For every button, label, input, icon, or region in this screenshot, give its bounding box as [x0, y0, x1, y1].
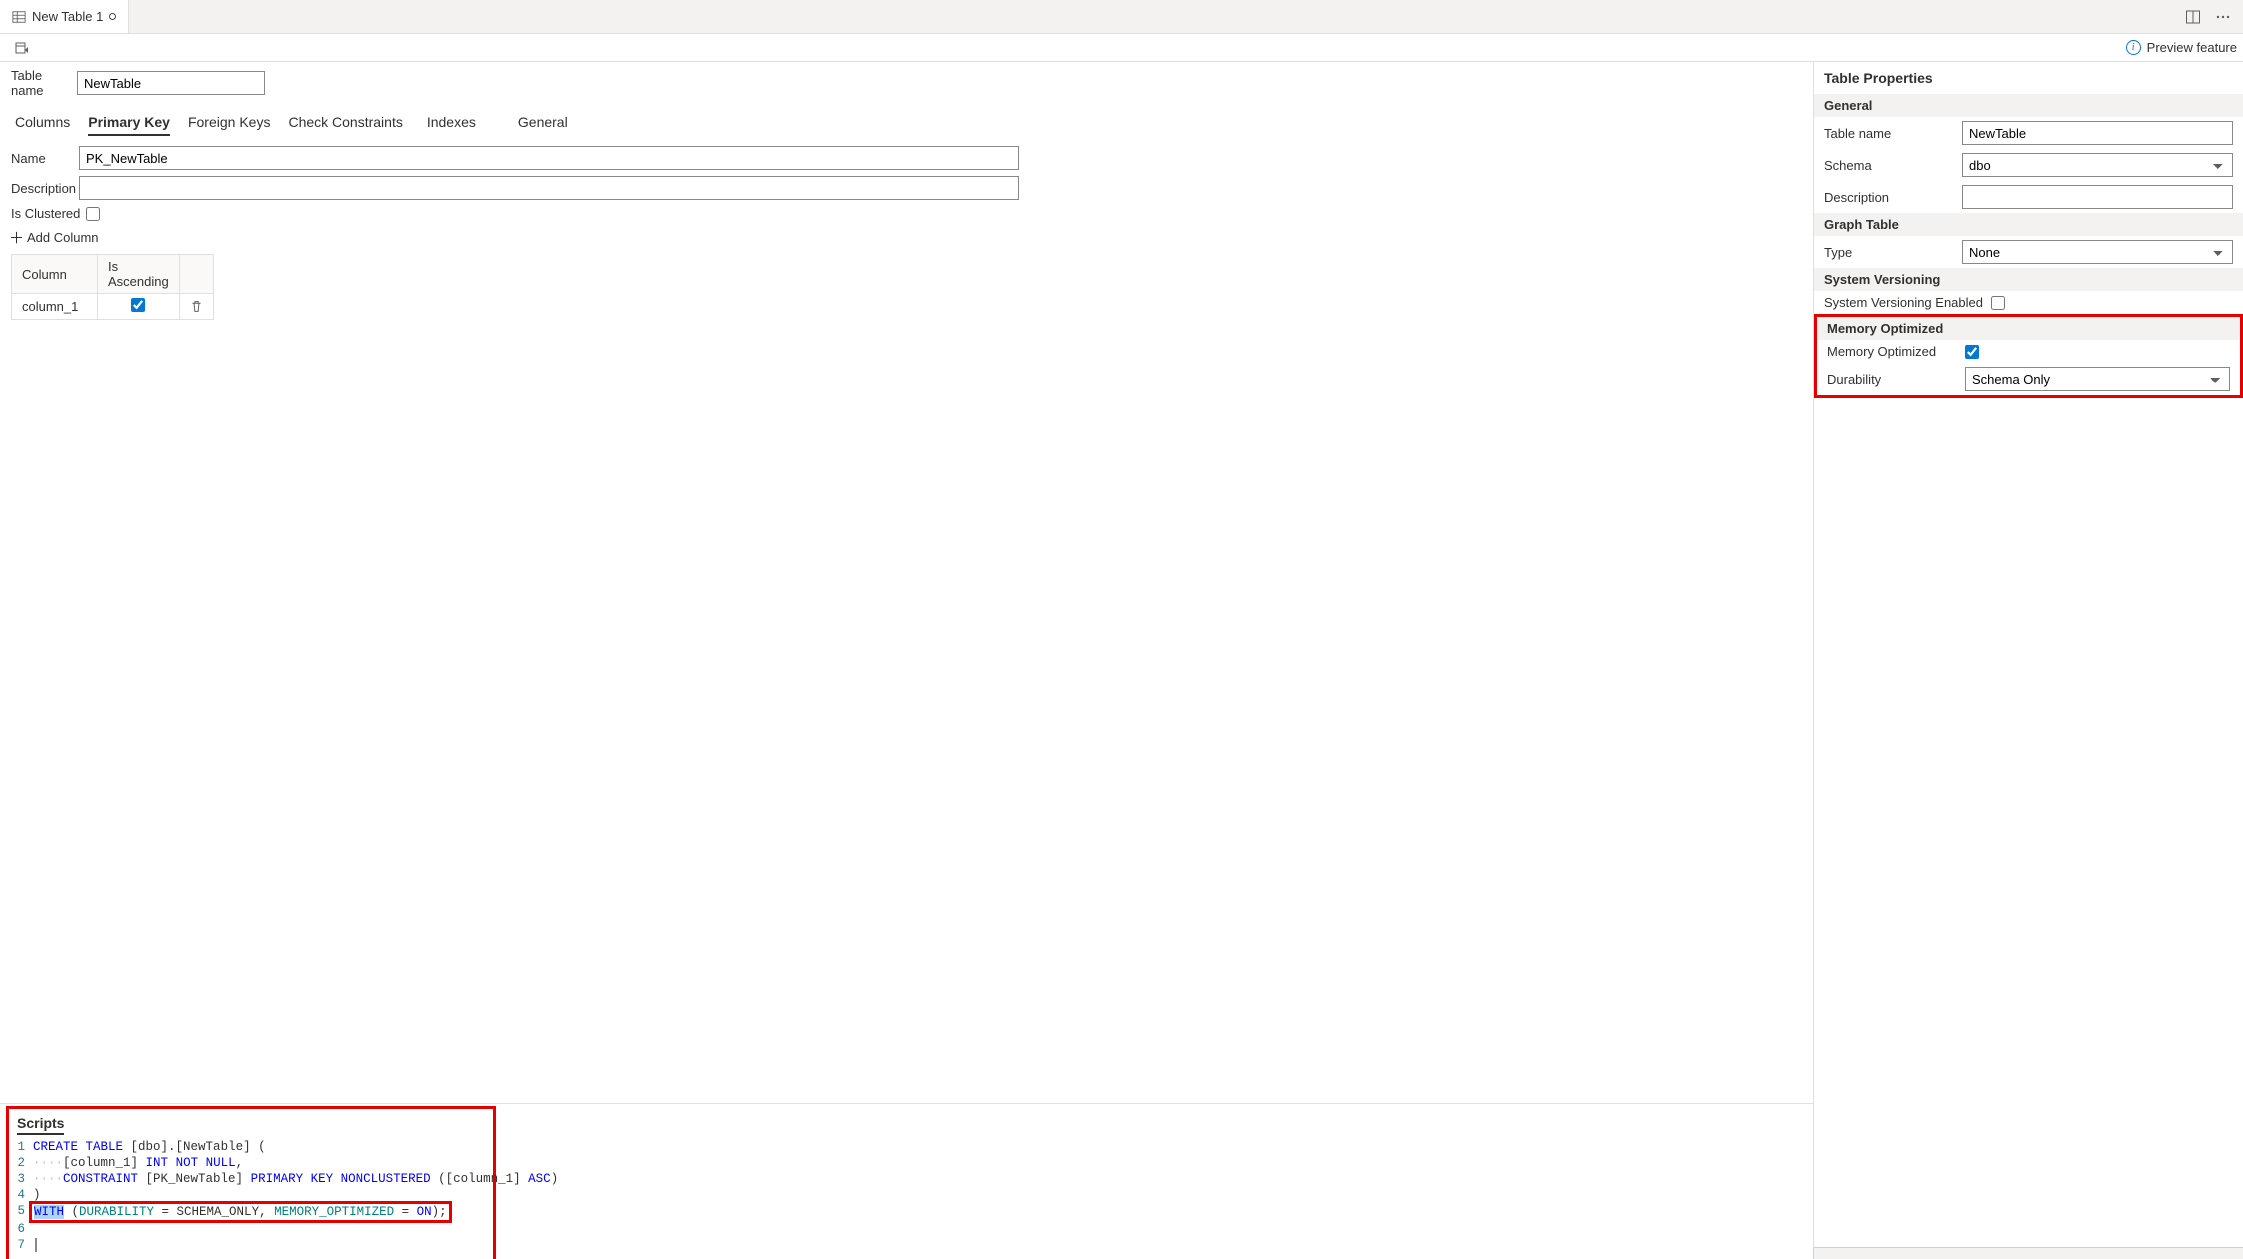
- properties-title: Table Properties: [1814, 62, 2243, 94]
- cell-delete[interactable]: [179, 294, 213, 320]
- table-designer: Table name Columns Primary Key Foreign K…: [0, 62, 1813, 1103]
- grid-header-ascending: Is Ascending: [98, 255, 180, 294]
- prop-sv-enabled-checkbox[interactable]: [1991, 296, 2005, 310]
- more-actions-button[interactable]: [2211, 5, 2235, 29]
- table-name-input[interactable]: [77, 71, 265, 95]
- is-clustered-checkbox[interactable]: [86, 207, 100, 221]
- prop-durability-label: Durability: [1827, 372, 1957, 387]
- info-icon: i: [2126, 40, 2141, 55]
- bottom-panel-stub: [1813, 1247, 2243, 1259]
- trash-icon[interactable]: [190, 300, 203, 313]
- scripts-panel: Scripts 1CREATE TABLE [dbo].[NewTable] (…: [6, 1106, 496, 1259]
- cell-ascending[interactable]: [98, 294, 180, 320]
- memory-optimized-block: Memory Optimized Memory Optimized Durabi…: [1814, 314, 2243, 398]
- dirty-indicator-icon: [109, 13, 116, 20]
- prop-table-name-label: Table name: [1824, 126, 1954, 141]
- plus-icon: ＋: [9, 227, 23, 248]
- publish-button[interactable]: [10, 36, 34, 60]
- prop-schema-label: Schema: [1824, 158, 1954, 173]
- split-editor-button[interactable]: [2181, 5, 2205, 29]
- section-sv: System Versioning: [1814, 268, 2243, 291]
- prop-type-label: Type: [1824, 245, 1954, 260]
- pk-desc-label: Description: [11, 181, 71, 196]
- pk-name-label: Name: [11, 151, 71, 166]
- properties-panel: Table Properties General Table name Sche…: [1813, 62, 2243, 1259]
- grid-header-column: Column: [12, 255, 98, 294]
- tab-indexes[interactable]: Indexes: [427, 114, 476, 136]
- tab-primary-key[interactable]: Primary Key: [88, 114, 170, 136]
- section-mo: Memory Optimized: [1817, 317, 2240, 340]
- scripts-title: Scripts: [17, 1115, 64, 1135]
- prop-schema-select[interactable]: dbo: [1962, 153, 2233, 177]
- designer-subtabs: Columns Primary Key Foreign Keys Check C…: [11, 106, 1805, 140]
- is-clustered-label: Is Clustered: [11, 206, 80, 221]
- cell-column[interactable]: column_1: [12, 294, 98, 320]
- add-column-button[interactable]: ＋ Add Column: [9, 227, 1805, 248]
- grid-header-actions: [179, 255, 213, 294]
- section-graph: Graph Table: [1814, 213, 2243, 236]
- prop-table-name-input[interactable]: [1962, 121, 2233, 145]
- preview-feature-label: Preview feature: [2147, 40, 2237, 55]
- prop-mo-label: Memory Optimized: [1827, 344, 1957, 359]
- pk-desc-input[interactable]: [79, 176, 1019, 200]
- prop-mo-checkbox[interactable]: [1965, 345, 1979, 359]
- add-column-label: Add Column: [27, 230, 99, 245]
- prop-description-label: Description: [1824, 190, 1954, 205]
- table-name-label: Table name: [11, 68, 69, 98]
- tab-general[interactable]: General: [518, 114, 568, 136]
- tab-columns[interactable]: Columns: [15, 114, 70, 136]
- tab-title: New Table 1: [32, 9, 103, 24]
- table-icon: [12, 10, 26, 24]
- prop-description-input[interactable]: [1962, 185, 2233, 209]
- ascending-checkbox[interactable]: [131, 298, 145, 312]
- section-general: General: [1814, 94, 2243, 117]
- tab-foreign-keys[interactable]: Foreign Keys: [188, 114, 270, 136]
- designer-toolbar: i Preview feature: [0, 34, 2243, 62]
- prop-sv-enabled-label: System Versioning Enabled: [1824, 295, 1983, 310]
- sql-editor[interactable]: 1CREATE TABLE [dbo].[NewTable] (2····[co…: [9, 1135, 493, 1259]
- pk-columns-grid: Column Is Ascending column_1: [11, 254, 214, 320]
- editor-tabbar: New Table 1: [0, 0, 2243, 34]
- prop-durability-select[interactable]: Schema Only: [1965, 367, 2230, 391]
- table-row[interactable]: column_1: [12, 294, 214, 320]
- tab-check-constraints[interactable]: Check Constraints: [288, 114, 402, 136]
- pk-name-input[interactable]: [79, 146, 1019, 170]
- prop-type-select[interactable]: None: [1962, 240, 2233, 264]
- editor-tab[interactable]: New Table 1: [0, 0, 129, 33]
